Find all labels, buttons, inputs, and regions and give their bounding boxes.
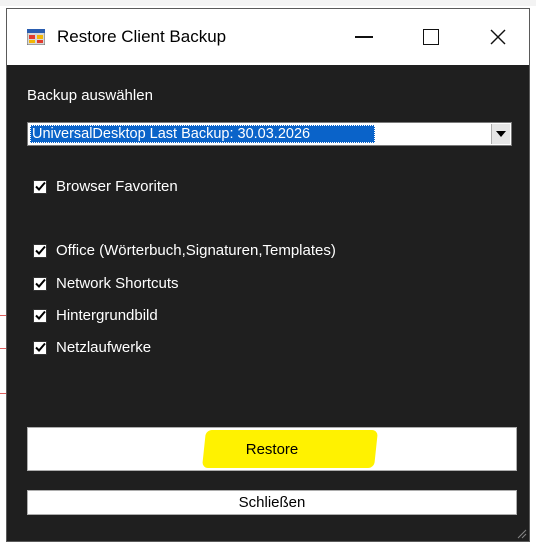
- checkbox-label: Office (Wörterbuch,Signaturen,Templates): [56, 242, 336, 259]
- dialog-body: Backup auswählen UniversalDesktop Last B…: [7, 65, 529, 541]
- restore-button[interactable]: Restore: [27, 427, 517, 471]
- close-button[interactable]: Schließen: [27, 490, 517, 515]
- dropdown-button[interactable]: [491, 124, 510, 144]
- title-bar[interactable]: Restore Client Backup: [7, 9, 529, 65]
- checkmark-icon: [34, 342, 46, 352]
- checkmark-icon: [34, 181, 46, 191]
- checkbox-box[interactable]: [33, 243, 47, 258]
- backup-select[interactable]: UniversalDesktop Last Backup: 30.03.2026: [27, 122, 512, 146]
- checkmark-icon: [34, 310, 46, 320]
- app-window-icon: [27, 29, 45, 45]
- close-window-button[interactable]: [469, 9, 527, 65]
- checkbox-label: Network Shortcuts: [56, 275, 179, 292]
- window-title: Restore Client Backup: [57, 27, 227, 46]
- close-button-label: Schließen: [238, 494, 306, 511]
- checkbox-label: Netzlaufwerke: [56, 339, 152, 356]
- restore-button-label: Restore: [245, 440, 299, 458]
- checkbox-box[interactable]: [33, 276, 47, 291]
- checkbox-hintergrundbild[interactable]: Hintergrundbild: [33, 307, 158, 324]
- backup-select-label: Backup auswählen: [27, 87, 153, 104]
- maximize-icon: [423, 29, 439, 45]
- checkmark-icon: [34, 278, 46, 288]
- minimize-icon: [355, 36, 373, 38]
- checkbox-box[interactable]: [33, 308, 47, 323]
- chevron-down-icon: [496, 131, 506, 137]
- checkbox-box[interactable]: [33, 179, 47, 194]
- checkbox-box[interactable]: [33, 340, 47, 355]
- checkbox-netzlaufwerke[interactable]: Netzlaufwerke: [33, 339, 151, 356]
- minimize-button[interactable]: [335, 9, 393, 65]
- checkbox-browser-favoriten[interactable]: Browser Favoriten: [33, 178, 178, 195]
- checkbox-office[interactable]: Office (Wörterbuch,Signaturen,Templates): [33, 242, 336, 259]
- backup-select-value: UniversalDesktop Last Backup: 30.03.2026: [30, 125, 375, 143]
- close-icon: [490, 29, 506, 45]
- restore-dialog: Restore Client Backup Backup auswählen U…: [6, 8, 530, 542]
- checkbox-network-shortcuts[interactable]: Network Shortcuts: [33, 275, 179, 292]
- checkmark-icon: [34, 245, 46, 255]
- background-strip: [0, 0, 536, 6]
- maximize-button[interactable]: [402, 9, 460, 65]
- checkbox-label: Browser Favoriten: [56, 178, 178, 195]
- resize-grip-icon[interactable]: [515, 527, 527, 539]
- checkbox-label: Hintergrundbild: [56, 307, 158, 324]
